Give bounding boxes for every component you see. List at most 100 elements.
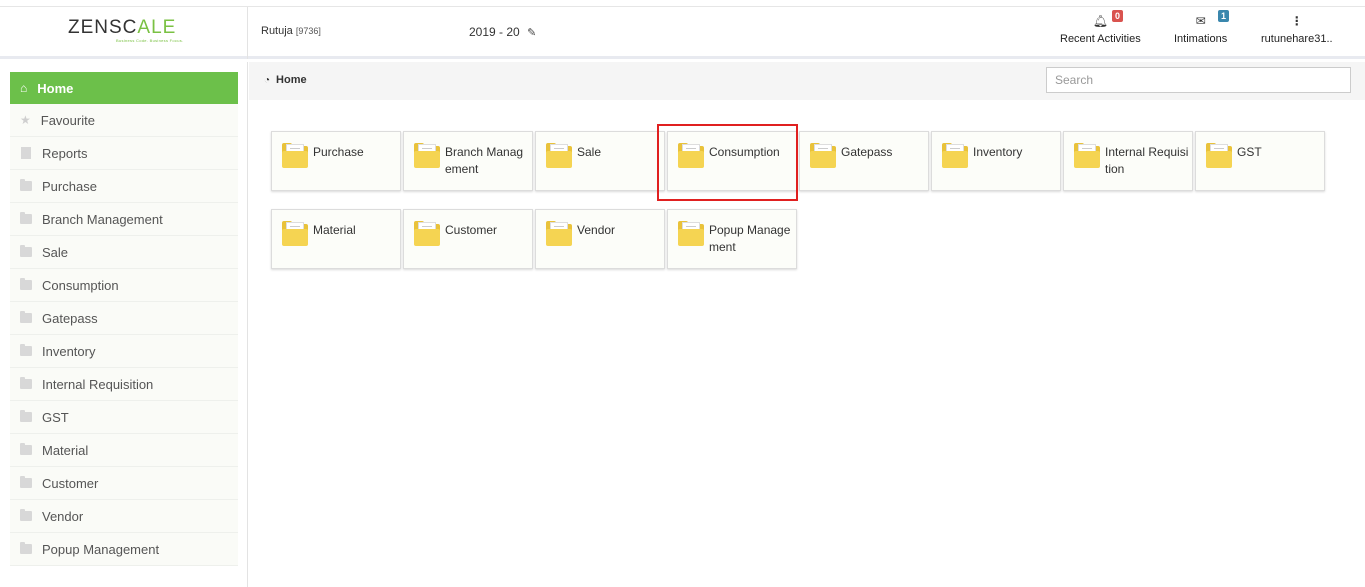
sidebar-item-label: Gatepass [42,310,98,326]
tile-label: Popup Management [709,223,791,254]
document-icon [21,147,31,159]
top-edge [0,0,1365,7]
sidebar-item-label: Popup Management [42,541,160,557]
folder-icon [20,311,32,323]
tile-inventory[interactable]: Inventory [931,131,1061,191]
sidebar-item-label: GST [42,409,69,425]
folder-icon [20,542,32,554]
sidebar-item-gatepass[interactable]: Gatepass [10,302,238,335]
bell-icon: 🔔︎ [1092,14,1108,28]
tile-label: Purchase [313,145,364,159]
folder-icon [20,410,32,422]
sidebar-item-label: Branch Management [42,211,163,227]
tile-label: Material [313,223,356,237]
dashboard-icon: ◔ [264,75,271,86]
sidebar-item-inventory[interactable]: Inventory [10,335,238,368]
folder-icon [20,245,32,257]
tile-gatepass[interactable]: Gatepass [799,131,929,191]
tile-consumption[interactable]: Consumption [667,131,797,191]
sidebar-item-customer[interactable]: Customer [10,467,238,500]
sidebar-item-label: Material [42,442,89,458]
sidebar-item-label: Consumption [42,277,119,293]
sidebar-nav: ⌂ Home ★ Favourite Reports Purchase Bran… [10,72,238,566]
user-code: [9736] [295,26,321,36]
intimations-button[interactable]: ✉ 1 Intimations [1174,10,1230,45]
sidebar-item-label: Favourite [40,112,95,128]
intimations-badge: 1 [1218,10,1230,22]
logo-tagline: Business Code. Business Focus. [116,38,184,43]
tile-label: Vendor [577,223,616,237]
sidebar-item-label: Sale [42,244,69,260]
edit-icon[interactable]: ✎ [527,26,536,39]
sidebar-item-label: Purchase [42,178,97,194]
folder-icon [678,220,704,246]
current-user-id: Rutuja [9736] [261,25,321,37]
folder-icon [942,142,968,168]
star-icon: ★ [20,113,31,127]
user-name: Rutuja [261,25,293,37]
recent-activities-button[interactable]: 🔔︎ 0 Recent Activities [1060,10,1141,45]
breadcrumb-bar: ◔ Home [249,62,1365,100]
sidebar-item-consumption[interactable]: Consumption [10,269,238,302]
folder-icon [20,443,32,455]
folder-icon [20,476,32,488]
home-icon: ⌂ [20,81,28,95]
sidebar-item-reports[interactable]: Reports [10,137,238,170]
sidebar-item-gst[interactable]: GST [10,401,238,434]
tile-popup-management[interactable]: Popup Management [667,209,797,269]
user-menu-button[interactable]: ⋮ rutunehare31.. [1261,13,1333,45]
sidebar-item-material[interactable]: Material [10,434,238,467]
recent-activities-badge: 0 [1112,10,1124,22]
folder-icon [20,509,32,521]
logo-area[interactable]: ZENSCALE Business Code. Business Focus. [0,7,248,59]
sidebar-item-branch-management[interactable]: Branch Management [10,203,238,236]
folder-icon [20,278,32,290]
folder-icon [414,220,440,246]
app-logo[interactable]: ZENSCALE [68,17,176,39]
tile-purchase[interactable]: Purchase [271,131,401,191]
sidebar-item-internal-requisition[interactable]: Internal Requisition [10,368,238,401]
sidebar: ⌂ Home ★ Favourite Reports Purchase Bran… [0,62,248,587]
recent-activities-label: Recent Activities [1060,33,1141,45]
breadcrumb[interactable]: ◔ Home [264,74,307,86]
sidebar-item-popup-management[interactable]: Popup Management [10,533,238,566]
tile-vendor[interactable]: Vendor [535,209,665,269]
folder-icon [20,344,32,356]
folder-icon [546,142,572,168]
financial-year[interactable]: 2019 - 20 ✎ [469,25,536,39]
folder-icon [1074,142,1100,168]
sidebar-item-label: Internal Requisition [42,376,154,392]
sidebar-item-vendor[interactable]: Vendor [10,500,238,533]
tile-customer[interactable]: Customer [403,209,533,269]
tile-internal-requisition[interactable]: Internal Requisition [1063,131,1193,191]
tile-sale[interactable]: Sale [535,131,665,191]
sidebar-item-label: Home [37,80,74,96]
folder-icon [282,220,308,246]
intimations-label: Intimations [1174,33,1228,45]
folder-icon [1206,142,1232,168]
folder-icon [810,142,836,168]
sidebar-item-purchase[interactable]: Purchase [10,170,238,203]
sidebar-item-sale[interactable]: Sale [10,236,238,269]
tile-branch-management[interactable]: Branch Management [403,131,533,191]
tile-gst[interactable]: GST [1195,131,1325,191]
sidebar-item-label: Vendor [42,508,84,524]
folder-icon [414,142,440,168]
financial-year-label: 2019 - 20 [469,25,520,39]
breadcrumb-label: Home [276,74,307,86]
user-menu-label: rutunehare31.. [1261,33,1333,45]
sidebar-item-favourite[interactable]: ★ Favourite [10,104,238,137]
tile-label: Gatepass [841,145,893,159]
tile-label: Branch Management [445,145,524,176]
tile-label: Internal Requisition [1105,145,1189,176]
tile-label: Consumption [709,145,780,159]
tile-material[interactable]: Material [271,209,401,269]
sidebar-item-home[interactable]: ⌂ Home [10,72,238,104]
app-header: ZENSCALE Business Code. Business Focus. … [0,7,1365,59]
tile-label: Customer [445,223,498,237]
vertical-dots-icon: ⋮ [1290,14,1303,28]
folder-icon [678,142,704,168]
search-input[interactable] [1046,67,1351,93]
folder-icon [20,377,32,389]
folder-icon [546,220,572,246]
